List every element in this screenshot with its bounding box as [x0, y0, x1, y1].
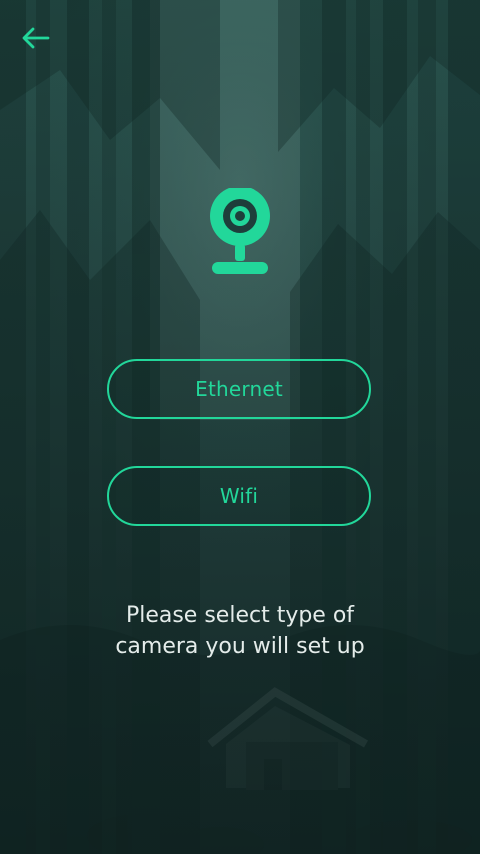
webcam-icon — [205, 186, 275, 280]
back-button[interactable] — [18, 24, 54, 52]
setup-instructions-line-2: camera you will set up — [115, 634, 365, 659]
wifi-option-label: Wifi — [219, 484, 259, 508]
wifi-option-button[interactable]: Wifi — [107, 466, 371, 526]
ethernet-option-button[interactable]: Ethernet — [107, 359, 371, 419]
background-overlay — [0, 0, 480, 854]
setup-instructions-line-1: Please select type of — [125, 603, 355, 628]
arrow-left-icon — [22, 27, 50, 49]
camera-setup-screen: Ethernet Wifi Please select type of came… — [0, 0, 480, 854]
ethernet-option-label: Ethernet — [195, 377, 283, 401]
setup-instructions: Please select type of camera you will se… — [80, 600, 400, 662]
